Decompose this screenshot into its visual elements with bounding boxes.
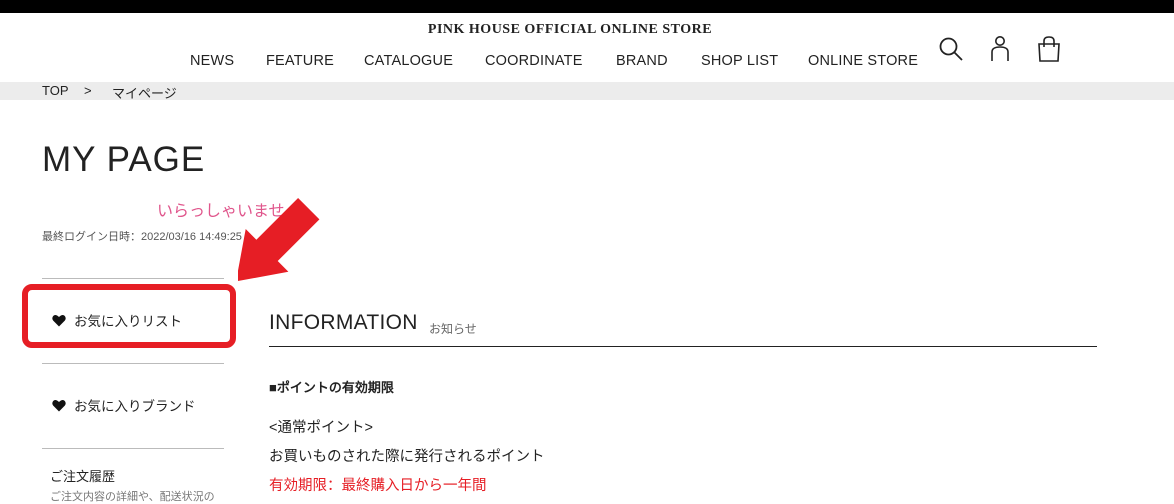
store-title[interactable]: PINK HOUSE OFFICIAL ONLINE STORE [0,22,1140,38]
search-icon[interactable] [938,36,964,62]
order-history-description: ご注文内容の詳細や、配送状況の [50,491,215,503]
last-login: 最終ログイン日時：2022/03/16 14:49:25 [42,231,242,243]
nav-brand[interactable]: BRAND [616,53,668,69]
breadcrumb-separator: > [84,83,92,98]
info-line-regular-points: <通常ポイント> [269,420,373,436]
nav-online-store[interactable]: ONLINE STORE [808,53,918,69]
information-divider [269,346,1097,347]
sidebar-item-label: お気に入りブランド [74,399,196,414]
sidebar-item-order-history[interactable]: ご注文履歴 [50,466,115,485]
highlight-box [22,284,236,348]
nav-catalogue[interactable]: CATALOGUE [364,53,453,69]
sidebar-item-favorite-brand[interactable]: お気に入りブランド [52,395,196,415]
nav-shop-list[interactable]: SHOP LIST [701,53,778,69]
breadcrumb-mypage: マイページ [112,86,177,101]
nav-news[interactable]: NEWS [190,53,234,69]
arrow-annotation-icon [238,198,320,282]
nav-coordinate[interactable]: COORDINATE [485,53,583,69]
sidebar-divider [42,278,224,279]
info-line-description: お買いものされた際に発行されるポイント [269,449,545,465]
top-bar [0,0,1174,13]
information-title: INFORMATION [269,311,418,334]
user-icon[interactable] [989,35,1011,63]
page-title: MY PAGE [42,140,206,179]
heart-icon [52,399,66,411]
breadcrumb: TOP > マイページ [0,82,1174,101]
sidebar-divider [42,363,224,364]
information-subtitle: お知らせ [429,322,477,336]
point-expiry-heading: ■ポイントの有効期限 [269,380,394,395]
nav-feature[interactable]: FEATURE [266,53,334,69]
shopping-bag-icon[interactable] [1036,35,1062,63]
breadcrumb-top[interactable]: TOP [42,83,69,98]
sidebar-divider [42,448,224,449]
info-line-expiry: 有効期限：最終購入日から一年間 [269,478,487,494]
